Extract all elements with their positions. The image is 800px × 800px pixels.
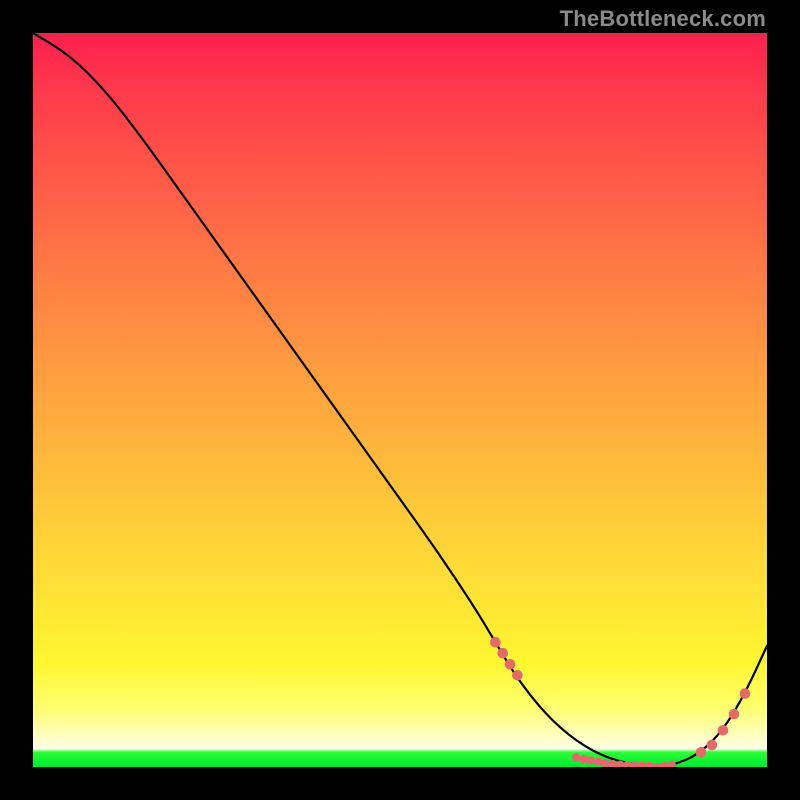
- curve-marker: [587, 757, 595, 765]
- curve-marker: [580, 755, 588, 763]
- chart-container: TheBottleneck.com: [0, 0, 800, 800]
- curve-marker: [609, 760, 617, 767]
- curve-marker: [707, 740, 717, 750]
- plot-area: [33, 33, 767, 767]
- curve-marker: [638, 762, 646, 767]
- curve-marker: [491, 637, 501, 647]
- curve-marker: [616, 761, 624, 767]
- curve-marker: [668, 761, 676, 767]
- curve-marker: [740, 689, 750, 699]
- marker-group: [491, 637, 750, 767]
- curve-marker: [653, 763, 661, 767]
- curve-marker: [498, 648, 508, 658]
- curve-marker: [513, 670, 523, 680]
- curve-marker: [631, 762, 639, 767]
- curve-marker: [646, 762, 654, 767]
- curve-marker: [729, 709, 739, 719]
- curve-marker: [505, 659, 515, 669]
- curve-marker: [660, 762, 668, 767]
- watermark-label: TheBottleneck.com: [560, 6, 766, 32]
- curve-marker: [696, 748, 706, 758]
- curve-marker: [594, 758, 602, 766]
- curve-marker: [718, 726, 728, 736]
- curve-marker: [624, 761, 632, 767]
- curve-marker: [602, 760, 610, 767]
- curve-layer: [33, 33, 767, 767]
- curve-marker: [572, 754, 580, 762]
- bottleneck-curve: [33, 33, 767, 766]
